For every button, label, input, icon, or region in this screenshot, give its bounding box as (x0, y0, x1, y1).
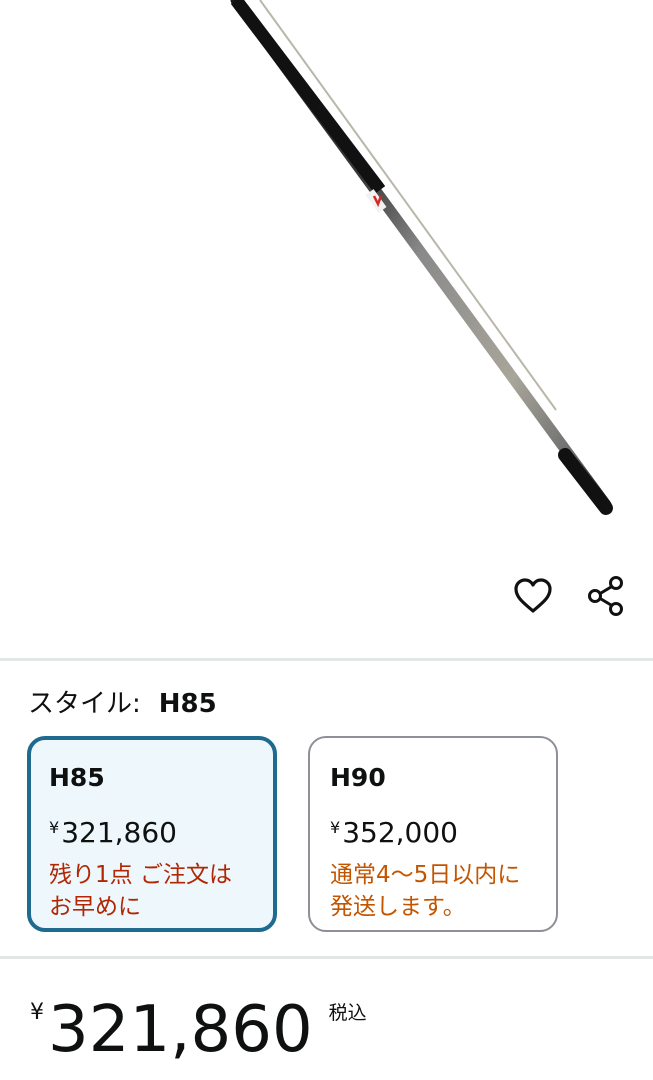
availability-text: 残り1点 ご注文は お早めに (49, 859, 255, 923)
section-divider (0, 658, 653, 661)
main-price: ¥321,860 税込 (30, 990, 367, 1080)
fishing-rod-image (230, 0, 613, 515)
product-image[interactable] (0, 0, 653, 540)
currency-symbol: ¥ (30, 1000, 44, 1025)
availability-line-1: 残り1点 ご注文は (49, 862, 232, 888)
availability-line-2: 発送します。 (330, 894, 466, 920)
product-actions (0, 560, 653, 640)
style-option-name: H85 (49, 763, 105, 792)
style-option-h85[interactable]: H85 ¥321,860 残り1点 ご注文は お早めに (27, 736, 277, 932)
style-label: スタイル: (28, 689, 141, 719)
share-icon[interactable] (580, 570, 632, 622)
style-selected-value: H85 (158, 689, 217, 719)
style-option-price: ¥352,000 (330, 808, 536, 853)
price-amount: 352,000 (342, 816, 458, 849)
currency-symbol: ¥ (49, 818, 60, 837)
price-amount: 321,860 (61, 816, 177, 849)
price-amount: 321,860 (48, 993, 313, 1067)
availability-text: 通常4～5日以内に 発送します。 (330, 859, 536, 923)
section-divider (0, 956, 653, 959)
availability-line-2: お早めに (49, 894, 141, 920)
tax-included-label: 税込 (328, 1002, 367, 1024)
style-option-h90[interactable]: H90 ¥352,000 通常4～5日以内に 発送します。 (308, 736, 558, 932)
style-option-name: H90 (330, 763, 386, 792)
currency-symbol: ¥ (330, 818, 341, 837)
style-selector-heading: スタイル: H85 (28, 686, 217, 722)
style-option-price: ¥321,860 (49, 808, 255, 853)
availability-line-1: 通常4～5日以内に (330, 862, 521, 888)
wishlist-heart-icon[interactable] (507, 570, 559, 622)
